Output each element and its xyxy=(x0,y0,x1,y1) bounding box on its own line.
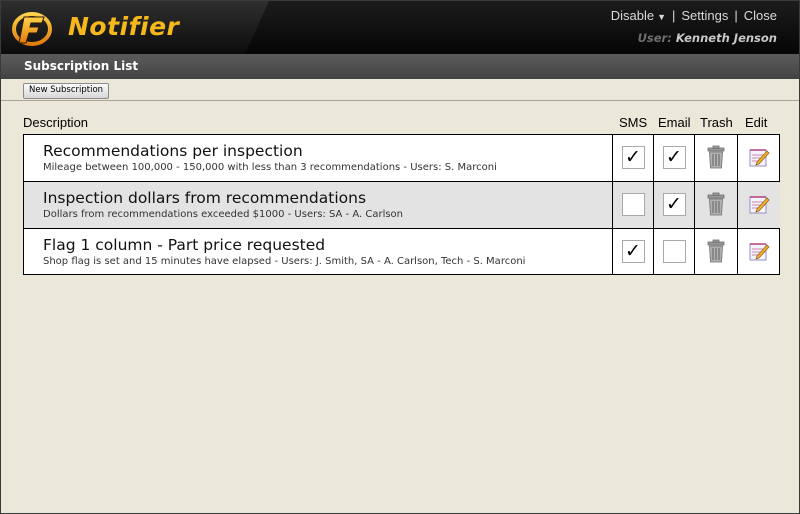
notifier-logo-icon xyxy=(12,12,52,46)
sms-cell: ✓ xyxy=(612,229,653,274)
edit-cell xyxy=(737,229,780,274)
row-description: Recommendations per inspection Mileage b… xyxy=(43,142,613,173)
close-link[interactable]: Close xyxy=(744,8,777,23)
logo-area: Notifier xyxy=(1,1,269,54)
app-title: Notifier xyxy=(68,12,180,41)
trash-cell xyxy=(694,182,737,228)
email-cell: ✓ xyxy=(653,229,694,274)
disable-label: Disable xyxy=(610,8,655,23)
subscription-title: Inspection dollars from recommendations xyxy=(43,189,367,207)
app-header: Notifier Disable ▼ | Settings | Close User: K… xyxy=(1,1,799,54)
subscription-title: Recommendations per inspection xyxy=(43,142,303,160)
checkmark-icon: ✓ xyxy=(666,146,682,168)
column-header-trash: Trash xyxy=(700,115,733,130)
trash-cell xyxy=(694,229,737,274)
checkmark-icon: ✓ xyxy=(625,240,641,262)
checkmark-icon: ✓ xyxy=(625,146,641,168)
page-title: Subscription List xyxy=(24,59,139,73)
chevron-down-icon: ▼ xyxy=(657,12,666,22)
divider: | xyxy=(734,8,738,23)
email-checkbox[interactable]: ✓ xyxy=(663,146,686,169)
sms-cell: ✓ xyxy=(612,135,653,181)
sms-checkbox[interactable]: ✓ xyxy=(622,193,645,216)
edit-cell xyxy=(737,135,780,181)
edit-notepad-icon[interactable] xyxy=(748,239,770,263)
toolbar: New Subscription xyxy=(1,79,799,101)
trash-cell xyxy=(694,135,737,181)
table-row[interactable]: Inspection dollars from recommendations … xyxy=(24,182,780,229)
trash-can-icon[interactable] xyxy=(705,145,727,169)
email-checkbox[interactable]: ✓ xyxy=(663,193,686,216)
app-window: Notifier Disable ▼ | Settings | Close User: K… xyxy=(0,0,800,514)
sms-checkbox[interactable]: ✓ xyxy=(622,240,645,263)
column-header-sms: SMS xyxy=(619,115,648,130)
subscription-table: Recommendations per inspection Mileage b… xyxy=(23,134,780,275)
disable-dropdown[interactable]: Disable ▼ xyxy=(611,8,666,23)
table-row[interactable]: Flag 1 column - Part price requested Sho… xyxy=(24,229,779,274)
top-links: Disable ▼ | Settings | Close xyxy=(611,8,777,23)
edit-notepad-icon[interactable] xyxy=(748,145,770,169)
row-description: Inspection dollars from recommendations … xyxy=(43,189,613,220)
settings-link[interactable]: Settings xyxy=(681,8,728,23)
row-description: Flag 1 column - Part price requested Sho… xyxy=(43,236,613,267)
subscription-details: Dollars from recommendations exceeded $1… xyxy=(43,209,404,220)
trash-can-icon[interactable] xyxy=(705,192,727,216)
user-name: Kenneth Jenson xyxy=(675,31,777,45)
subscription-title: Flag 1 column - Part price requested xyxy=(43,236,326,254)
user-label: User: xyxy=(637,31,672,45)
table-row[interactable]: Recommendations per inspection Mileage b… xyxy=(24,135,779,182)
checkmark-icon: ✓ xyxy=(666,193,682,215)
email-cell: ✓ xyxy=(653,182,694,228)
current-user: User: Kenneth Jenson xyxy=(638,31,777,45)
edit-cell xyxy=(737,182,780,228)
column-header-description: Description xyxy=(23,115,89,130)
new-subscription-button[interactable]: New Subscription xyxy=(23,83,110,99)
subscription-details: Mileage between 100,000 - 150,000 with l… xyxy=(43,162,497,173)
page-title-bar: Subscription List xyxy=(1,54,799,79)
column-header-email: Email xyxy=(658,115,691,130)
divider: | xyxy=(671,8,676,23)
sms-checkbox[interactable]: ✓ xyxy=(622,146,645,169)
email-checkbox[interactable]: ✓ xyxy=(663,240,686,263)
edit-notepad-icon[interactable] xyxy=(748,192,770,216)
email-cell: ✓ xyxy=(653,135,694,181)
trash-can-icon[interactable] xyxy=(705,239,727,263)
subscription-details: Shop flag is set and 15 minutes have ela… xyxy=(43,256,526,267)
column-header-edit: Edit xyxy=(745,115,768,130)
sms-cell: ✓ xyxy=(612,182,653,228)
